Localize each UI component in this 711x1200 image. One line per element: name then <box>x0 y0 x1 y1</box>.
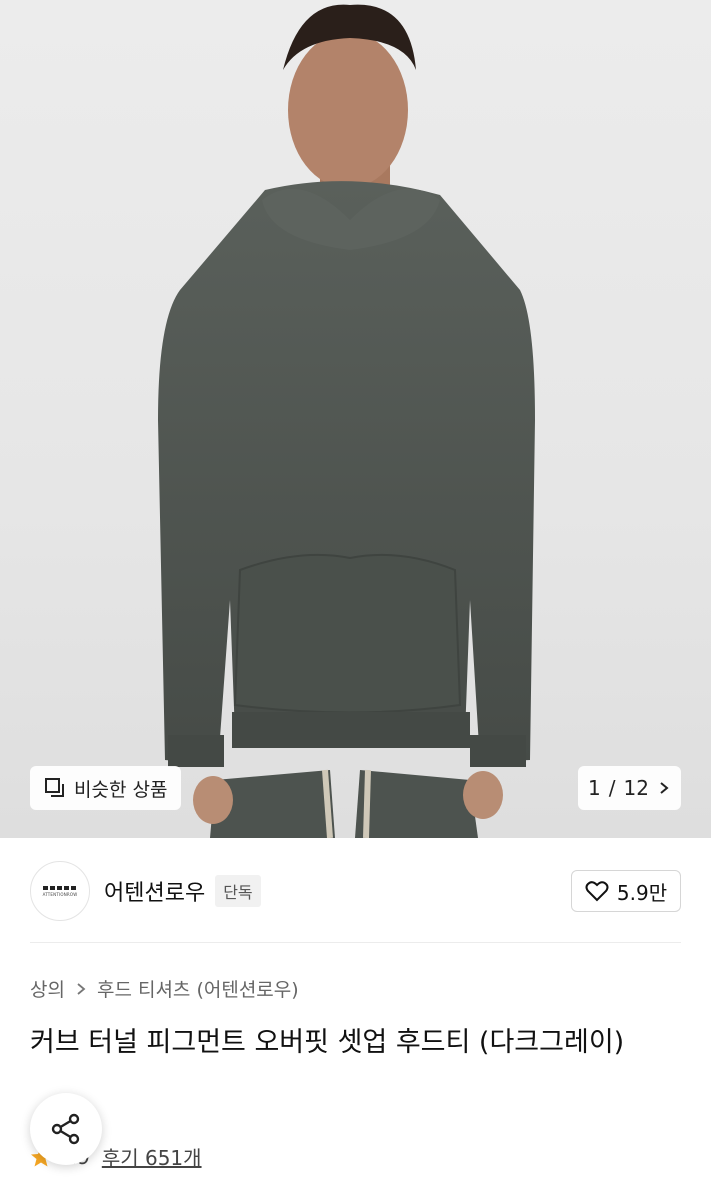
share-icon <box>51 1113 80 1145</box>
pager-separator: / <box>608 776 616 800</box>
like-count: 5.9만 <box>616 880 668 905</box>
breadcrumb: 상의 후드 티셔츠 (어텐션로우) <box>30 975 299 1002</box>
brand-logo-text: ATTENTIONROW <box>42 891 78 897</box>
image-pager[interactable]: 1 / 12 <box>578 766 681 810</box>
pager-total: 12 <box>623 776 649 800</box>
chevron-right-icon <box>660 782 669 794</box>
pager-current: 1 <box>588 776 601 800</box>
like-button[interactable]: 5.9만 <box>571 870 681 912</box>
product-photo <box>158 4 535 838</box>
brand-logo-mark <box>43 885 77 890</box>
similar-items-label: 비슷한 상품 <box>74 778 168 801</box>
heart-icon <box>585 881 609 902</box>
breadcrumb-subcategory[interactable]: 후드 티셔츠 (어텐션로우) <box>97 975 299 1002</box>
similar-items-button[interactable]: 비슷한 상품 <box>30 766 182 810</box>
share-button[interactable] <box>30 1093 102 1165</box>
divider <box>30 942 681 943</box>
product-image-gallery[interactable]: 비슷한 상품 1 / 12 <box>0 0 711 838</box>
brand-logo[interactable]: ATTENTIONROW <box>30 861 90 921</box>
breadcrumb-category[interactable]: 상의 <box>30 975 65 1002</box>
exclusive-badge: 단독 <box>215 875 261 907</box>
similar-items-icon <box>45 778 64 797</box>
chevron-right-icon <box>77 982 86 995</box>
brand-row: ATTENTIONROW 어텐션로우 단독 5.9만 <box>30 860 681 922</box>
brand-name[interactable]: 어텐션로우 <box>104 875 205 907</box>
product-title: 커브 터널 피그먼트 오버핏 셋업 후드티 (다크그레이) <box>30 1027 625 1058</box>
reviews-link[interactable]: 후기 651개 <box>102 1142 202 1171</box>
